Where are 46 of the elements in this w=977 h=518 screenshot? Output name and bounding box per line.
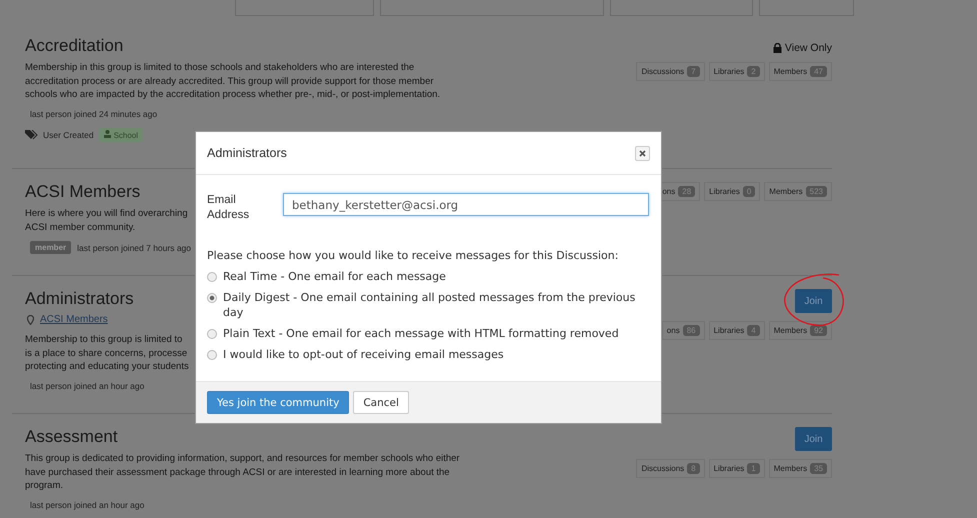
radio-button[interactable]: [207, 329, 217, 339]
radio-button[interactable]: [207, 350, 217, 360]
cancel-button[interactable]: Cancel: [353, 391, 409, 414]
delivery-option[interactable]: Daily Digest - One email containing all posted messages from the previous day: [207, 290, 650, 320]
last-joined-text: last person joined 7 hours ago: [77, 242, 192, 252]
lock-icon: [772, 43, 782, 53]
group-title: Assessment: [25, 427, 118, 447]
radio-button[interactable]: [207, 272, 217, 282]
group-title: Administrators: [25, 289, 134, 309]
tags-icon: [25, 130, 38, 140]
last-joined-text: last person joined 24 minutes ago: [30, 108, 158, 118]
email-field[interactable]: bethany_kerstetter@acsi.org: [283, 193, 649, 216]
group-description: program.: [25, 479, 64, 492]
member-badge: member: [30, 241, 72, 254]
group-description: have purchased their assessment package through ACSI or are interested in learning more about the: [25, 466, 450, 479]
group-description: accreditation process or are already accredited. This group will provide support for those member: [25, 74, 434, 88]
last-joined-text: last person joined an hour ago: [30, 380, 144, 390]
user-icon: [104, 130, 111, 138]
radio-button[interactable]: [207, 293, 217, 303]
school-badge: School: [98, 128, 144, 142]
close-button[interactable]: [635, 146, 650, 160]
group-title: Accreditation: [25, 36, 124, 56]
email-label: Email Address: [207, 193, 250, 223]
last-joined-text: last person joined an hour ago: [30, 500, 144, 510]
group-description: ACSI member community.: [25, 220, 136, 234]
view-only-label: View Only: [772, 42, 832, 54]
group-description: This group is dedicated to providing information, support, and resources for member schools who either: [25, 452, 460, 466]
tag-label: User Created: [43, 130, 94, 140]
delivery-option[interactable]: Real Time - One email for each message: [207, 269, 650, 284]
prompt-text: Please choose how you would like to receive messages for this Discussion:: [207, 249, 620, 262]
location-link[interactable]: ACSI Members: [40, 314, 108, 325]
join-button[interactable]: Join: [795, 289, 832, 313]
group-description: schools who are impacted by the accreditation process whether pre-, mid-, or post-implementation.: [25, 88, 440, 102]
join-button[interactable]: Join: [795, 427, 832, 451]
group-description: is a place to share concerns, processe: [25, 346, 188, 360]
group-description: protecting and educating your students: [25, 360, 189, 374]
confirm-button[interactable]: Yes join the community: [207, 391, 350, 414]
close-icon: [639, 150, 646, 156]
delivery-option[interactable]: I would like to opt-out of receiving email messages: [207, 347, 650, 362]
modal-title: Administrators: [207, 146, 287, 160]
map-pin-icon: [27, 314, 34, 324]
group-description: Here is where you will find overarching: [25, 207, 188, 220]
delivery-option[interactable]: Plain Text - One email for each message with HTML formatting removed: [207, 326, 650, 341]
group-description: Membership in this group is limited to those schools and stakeholders who are interested the: [25, 61, 414, 74]
group-title: ACSI Members: [25, 182, 140, 202]
group-description: Membership to this group is limited to: [25, 333, 182, 346]
